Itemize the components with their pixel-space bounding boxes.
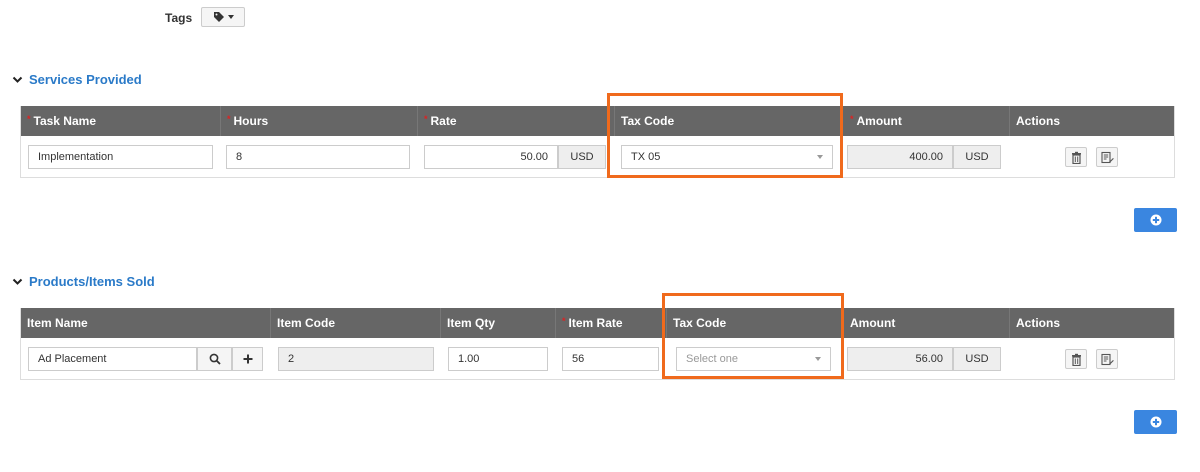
- header-rate: * Rate: [417, 106, 614, 136]
- item-search-button[interactable]: [197, 347, 232, 371]
- header-item-name: Item Name: [27, 316, 88, 330]
- trash-icon: [1071, 353, 1081, 366]
- item-name-input[interactable]: Ad Placement: [28, 347, 197, 371]
- edit-description-button[interactable]: [1096, 147, 1118, 167]
- header-amount: * Amount: [850, 114, 902, 128]
- header-actions: Actions: [1009, 308, 1176, 338]
- chevron-down-icon: [12, 278, 23, 285]
- header-hours: * Hours: [220, 106, 417, 136]
- rate-currency-addon: USD: [558, 145, 606, 169]
- amount-input: 56.00: [847, 347, 953, 371]
- tag-icon: [213, 12, 224, 22]
- tax-code-highlight: [607, 93, 843, 178]
- amount-currency-addon: USD: [953, 145, 1001, 169]
- table-row: Ad Placement 2 1.00 56 Select one 56.00 …: [21, 338, 1174, 379]
- delete-row-button[interactable]: [1065, 349, 1087, 369]
- tags-label: Tags: [165, 11, 193, 25]
- item-code-input: 2: [278, 347, 434, 371]
- delete-row-button[interactable]: [1065, 147, 1087, 167]
- products-section-title: Products/Items Sold: [29, 274, 155, 289]
- plus-icon: [243, 354, 252, 364]
- header-task-name: * Task Name: [27, 114, 96, 128]
- edit-note-icon: [1100, 151, 1114, 163]
- caret-down-icon: [227, 15, 234, 19]
- chevron-down-icon: [12, 76, 23, 83]
- header-amount: Amount: [850, 316, 896, 330]
- products-table: Item Name Item Code Item Qty * Item Rate …: [20, 308, 1175, 380]
- plus-circle-icon: [1150, 214, 1161, 226]
- services-table-header: * Task Name * Hours * Rate Tax Code * Amount…: [21, 106, 1174, 136]
- amount-currency-addon: USD: [953, 347, 1001, 371]
- rate-input[interactable]: 50.00: [424, 145, 558, 169]
- add-product-row-button[interactable]: [1134, 410, 1177, 434]
- header-item-rate: * Item Rate: [555, 308, 666, 338]
- header-item-qty: Item Qty: [440, 308, 555, 338]
- amount-input: 400.00: [847, 145, 953, 169]
- services-section-title: Services Provided: [29, 72, 142, 87]
- item-rate-input[interactable]: 56: [562, 347, 659, 371]
- header-item-code: Item Code: [270, 308, 440, 338]
- search-icon: [209, 353, 221, 365]
- tags-dropdown-button[interactable]: [201, 7, 245, 27]
- edit-note-icon: [1100, 353, 1114, 365]
- products-table-header: Item Name Item Code Item Qty * Item Rate …: [21, 308, 1174, 338]
- hours-input[interactable]: 8: [226, 145, 410, 169]
- task-name-input[interactable]: Implementation: [28, 145, 213, 169]
- products-section-toggle[interactable]: Products/Items Sold: [12, 274, 155, 289]
- add-item-button[interactable]: [232, 347, 263, 371]
- item-qty-input[interactable]: 1.00: [448, 347, 548, 371]
- tax-code-highlight: [662, 293, 844, 379]
- table-row: Implementation 8 50.00 USD TX 05 400.00 …: [21, 136, 1174, 177]
- edit-description-button[interactable]: [1096, 349, 1118, 369]
- plus-circle-icon: [1150, 416, 1161, 428]
- header-actions: Actions: [1009, 106, 1176, 136]
- services-table: * Task Name * Hours * Rate Tax Code * Amount…: [20, 106, 1175, 178]
- add-service-row-button[interactable]: [1134, 208, 1177, 232]
- trash-icon: [1071, 151, 1081, 164]
- services-section-toggle[interactable]: Services Provided: [12, 72, 142, 87]
